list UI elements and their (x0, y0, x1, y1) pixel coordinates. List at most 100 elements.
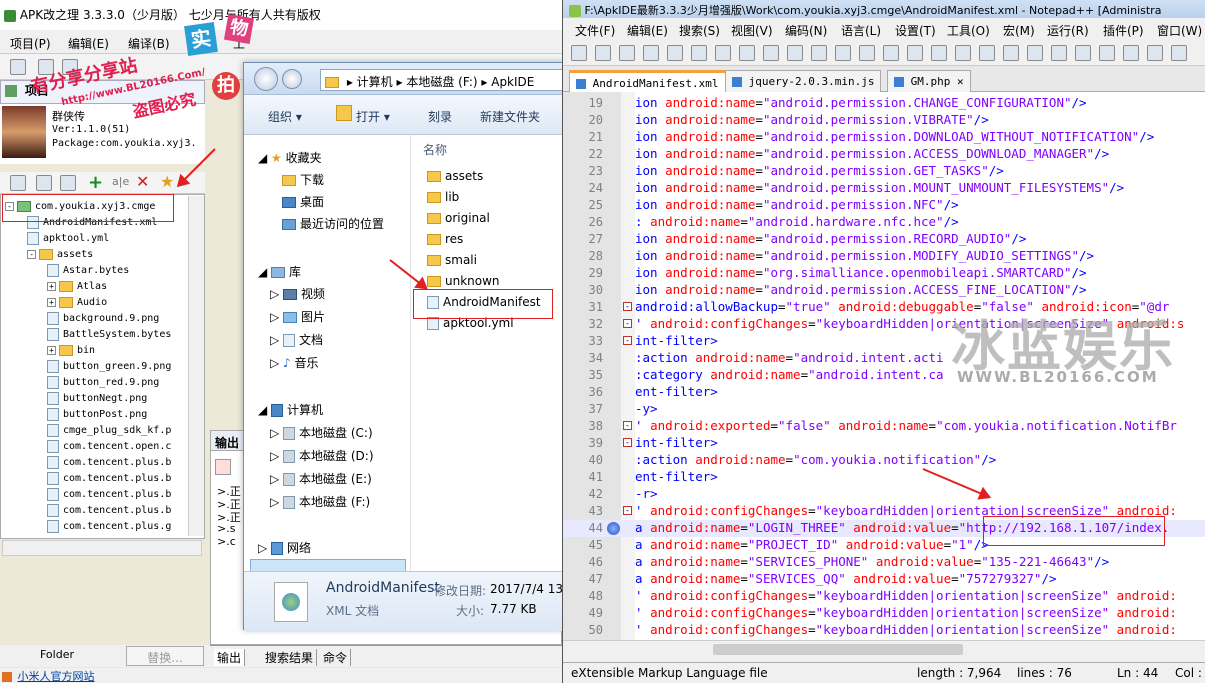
expand-icon[interactable]: + (47, 281, 56, 291)
npp-menu-run[interactable]: 运行(R) (1047, 22, 1089, 39)
cut-icon[interactable] (739, 45, 755, 61)
open-folder-icon[interactable] (10, 59, 26, 75)
tree-item[interactable]: com.tencent.plus.b (47, 487, 171, 503)
nav-drive-d[interactable]: ▷ 本地磁盘 (D:) (270, 447, 374, 464)
npp-menu-file[interactable]: 文件(F) (575, 22, 615, 39)
open-button[interactable]: 打开 ▾ (356, 108, 390, 125)
tree-item[interactable]: background.9.png (47, 311, 159, 327)
new-file-icon[interactable] (571, 45, 587, 61)
zoom-out-icon[interactable] (931, 45, 947, 61)
nav-recent[interactable]: 最近访问的位置 (282, 215, 384, 232)
tree-item[interactable]: Astar.bytes (47, 263, 129, 279)
replace-button[interactable]: 替换... (126, 646, 204, 666)
tree-vertical-scrollbar[interactable] (188, 196, 204, 536)
tree-item[interactable]: cmge_plug_sdk_kf.p (47, 423, 171, 439)
npp-horizontal-scrollbar[interactable] (563, 640, 1205, 658)
file-item[interactable]: lib (427, 190, 459, 204)
tab-command[interactable]: 命令 (320, 649, 352, 666)
tab-androidmanifest[interactable]: AndroidManifest.xml ✕ (569, 70, 739, 92)
rename-icon[interactable]: a|e (112, 175, 129, 188)
nav-drive-e[interactable]: ▷ 本地磁盘 (E:) (270, 470, 372, 487)
file-item[interactable]: assets (427, 169, 483, 183)
tree-item[interactable]: buttonPost.png (47, 407, 147, 423)
tree-item[interactable]: com.tencent.plus.b (47, 503, 171, 519)
nav-videos[interactable]: ▷ 视频 (270, 285, 325, 302)
folder-workspace-icon[interactable] (1123, 45, 1139, 61)
npp-menu-edit[interactable]: 编辑(E) (627, 22, 668, 39)
npp-menu-encoding[interactable]: 编码(N) (785, 22, 827, 39)
crumb-apkide[interactable]: ApkIDE (491, 75, 534, 89)
fold-toggle-icon[interactable]: - (623, 438, 632, 447)
file-item[interactable]: unknown (427, 274, 500, 288)
menu-project[interactable]: 项目(P) (10, 35, 51, 52)
file-item[interactable]: original (427, 211, 490, 225)
npp-menu-search[interactable]: 搜索(S) (679, 22, 720, 39)
crumb-drive-f[interactable]: 本地磁盘 (F:) (406, 75, 477, 89)
sync-horizontal-icon[interactable] (979, 45, 995, 61)
folder-tab[interactable]: Folder (40, 648, 74, 661)
back-button[interactable] (254, 67, 278, 91)
fold-toggle-icon[interactable]: - (623, 302, 632, 311)
apk-status-text[interactable]: 小米人官方网站 (18, 670, 95, 683)
menu-edit[interactable]: 编辑(E) (68, 35, 109, 52)
npp-menu-macro[interactable]: 宏(M) (1003, 22, 1035, 39)
menu-build[interactable]: 编译(B) (128, 35, 170, 52)
expand-icon[interactable]: + (47, 297, 56, 307)
file-item[interactable]: smali (427, 253, 477, 267)
tree-item[interactable]: + Atlas (47, 279, 107, 295)
undo-icon[interactable] (811, 45, 827, 61)
tree-item[interactable]: buttonNegt.png (47, 391, 147, 407)
tree-item[interactable]: com.tencent.plus.b (47, 455, 171, 471)
tab-jquery[interactable]: jquery-2.0.3.min.js (725, 70, 882, 92)
monitor-icon[interactable] (1147, 45, 1163, 61)
tree-item[interactable]: button_red.9.png (47, 375, 159, 391)
fold-toggle-icon[interactable]: - (623, 336, 632, 345)
npp-menu-language[interactable]: 语言(L) (841, 22, 881, 39)
nav-drive-c[interactable]: ▷ 本地磁盘 (C:) (270, 424, 373, 441)
tree-item[interactable]: + bin (47, 343, 95, 359)
fold-toggle-icon[interactable]: - (623, 319, 632, 328)
expand-icon[interactable]: + (47, 345, 56, 355)
paste-icon[interactable] (787, 45, 803, 61)
save-all-icon[interactable] (643, 45, 659, 61)
organize-button[interactable]: 组织 ▾ (268, 108, 302, 125)
show-all-chars-icon[interactable] (1027, 45, 1043, 61)
nav-computer[interactable]: ◢ 计算机 (258, 401, 323, 418)
nav-documents[interactable]: ▷ 文档 (270, 331, 323, 348)
record-macro-icon[interactable] (1171, 45, 1187, 61)
tree-item[interactable]: - assets (27, 247, 93, 263)
tree-item[interactable]: + Audio (47, 295, 107, 311)
npp-editor[interactable]: 19 ion android:name="android.permission.C… (563, 92, 1205, 640)
nav-music[interactable]: ▷ ♪ 音乐 (270, 354, 319, 371)
nav-drive-f[interactable]: ▷ 本地磁盘 (F:) (270, 493, 370, 510)
new-folder-button[interactable]: 新建文件夹 (480, 108, 540, 125)
nav-desktop[interactable]: 桌面 (282, 193, 324, 210)
bookmark-icon[interactable] (607, 522, 620, 535)
word-wrap-icon[interactable] (1003, 45, 1019, 61)
npp-menu-plugins[interactable]: 插件(P) (1103, 22, 1144, 39)
settings-icon[interactable] (60, 175, 76, 191)
fold-toggle-icon[interactable]: - (623, 506, 632, 515)
tree-item[interactable]: com.tencent.plus.b (47, 471, 171, 487)
refresh-icon[interactable] (10, 175, 26, 191)
tree-item[interactable]: button_green.9.png (47, 359, 171, 375)
clear-output-icon[interactable] (215, 459, 231, 475)
collapse-icon[interactable]: - (27, 249, 36, 259)
npp-menu-settings[interactable]: 设置(T) (895, 22, 936, 39)
tab-output[interactable]: 输出 (214, 649, 246, 666)
delete-icon[interactable]: ✕ (136, 172, 149, 191)
tree-item[interactable]: apktool.yml (27, 231, 109, 247)
function-list-icon[interactable] (1099, 45, 1115, 61)
sync-vertical-icon[interactable] (955, 45, 971, 61)
tree-item[interactable]: com.tencent.plus.g (47, 519, 171, 535)
redo-icon[interactable] (835, 45, 851, 61)
close-icon[interactable]: ✕ (950, 75, 964, 88)
nav-favorites[interactable]: ◢ ★ 收藏夹 (258, 149, 322, 166)
close-all-icon[interactable] (691, 45, 707, 61)
tree-item[interactable]: BattleSystem.bytes (47, 327, 171, 343)
address-box[interactable]: ▸ 计算机 ▸ 本地磁盘 (F:) ▸ ApkIDE (320, 69, 564, 91)
tree-item[interactable]: com.tencent.open.c (47, 439, 171, 455)
tab-search-results[interactable]: 搜索结果 (262, 649, 318, 666)
zoom-in-icon[interactable] (907, 45, 923, 61)
indent-guide-icon[interactable] (1051, 45, 1067, 61)
